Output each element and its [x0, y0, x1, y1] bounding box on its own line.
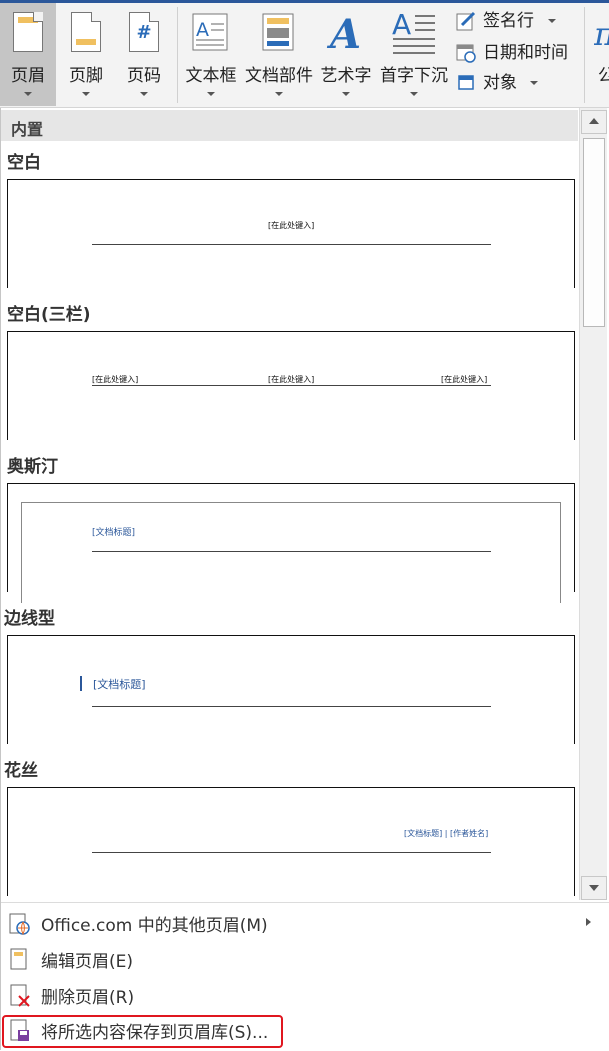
chevron-right-icon — [586, 918, 591, 926]
svg-text:A: A — [326, 11, 361, 54]
page-number-button[interactable]: # 页码 — [116, 3, 172, 106]
header-rule — [92, 852, 491, 853]
equation-label-partial: 公 — [598, 66, 609, 86]
builtin-category-header: 内置 — [1, 110, 578, 141]
group-separator — [584, 7, 585, 103]
menu-item-save-selection-to-gallery[interactable]: 将所选内容保存到页眉库(S)... — [1, 1013, 606, 1048]
header-dropdown-panel: 内置 空白 [在此处键入] 空白(三栏) [在此处键入] [在此处键入] [在此… — [0, 108, 609, 1050]
remove-header-icon — [10, 984, 30, 1007]
scroll-up-button[interactable] — [581, 110, 607, 134]
wordart-button[interactable]: A 艺术字 — [317, 3, 375, 106]
sideline-bar — [80, 676, 82, 691]
office-web-icon — [9, 913, 30, 935]
highlight-annotation-box — [2, 1015, 283, 1048]
datetime-label: 日期和时间 — [483, 43, 568, 63]
chevron-down-icon — [589, 885, 599, 891]
quick-parts-label: 文档部件 — [245, 66, 313, 86]
quick-parts-icon — [262, 13, 294, 51]
menu-item-edit-header[interactable]: 编辑页眉(E) — [1, 942, 606, 976]
wordart-label: 艺术字 — [320, 66, 372, 86]
signature-pen-icon — [456, 11, 476, 31]
header-rule — [92, 551, 491, 552]
chevron-down-icon — [410, 92, 418, 96]
footer-button[interactable]: 页脚 — [58, 3, 114, 106]
calendar-clock-icon — [456, 44, 476, 63]
pi-icon: π — [594, 15, 609, 51]
dropcap-label: 首字下沉 — [380, 66, 448, 86]
austin-border-frame — [21, 502, 561, 603]
chevron-up-icon — [589, 118, 599, 124]
header-preview-blank-three-column[interactable]: [在此处键入] [在此处键入] [在此处键入] — [7, 331, 575, 440]
scroll-down-button[interactable] — [581, 876, 607, 900]
menu-item-office-more-headers[interactable]: Office.com 中的其他页眉(M) — [1, 906, 606, 940]
chevron-down-icon — [82, 92, 90, 96]
page-number-icon: # — [129, 12, 159, 52]
preview-placeholder-center: [在此处键入] — [268, 375, 315, 384]
signature-line-button[interactable]: 签名行 — [456, 7, 566, 35]
header-button[interactable]: 页眉 — [0, 3, 56, 106]
quick-parts-button[interactable]: 文档部件 — [243, 3, 315, 106]
object-icon — [458, 75, 474, 90]
header-icon — [13, 12, 43, 52]
header-menu: Office.com 中的其他页眉(M) 编辑页眉(E) 删除页眉(R) 将所选 — [1, 902, 609, 1051]
dropcap-icon: A — [392, 8, 435, 54]
chevron-down-icon — [530, 81, 538, 85]
datetime-button[interactable]: 日期和时间 — [456, 39, 580, 67]
wordart-icon: A — [326, 11, 361, 54]
svg-text:A: A — [392, 8, 411, 41]
builtin-label: 内置 — [11, 120, 44, 139]
chevron-down-icon — [342, 92, 350, 96]
preview-placeholder: [在此处键入] — [268, 221, 315, 230]
edit-header-icon — [10, 948, 27, 970]
section-title-blank: 空白 — [7, 153, 41, 173]
dropcap-button[interactable]: A 首字下沉 — [377, 3, 451, 106]
object-button[interactable]: 对象 — [456, 69, 546, 97]
page-number-label: 页码 — [127, 66, 161, 86]
section-title-austin: 奥斯汀 — [7, 457, 58, 477]
header-label: 页眉 — [11, 66, 45, 86]
header-gallery: 内置 空白 [在此处键入] 空白(三栏) [在此处键入] [在此处键入] [在此… — [1, 108, 578, 900]
textbox-button[interactable]: A 文本框 — [181, 3, 241, 106]
textbox-icon: A — [192, 13, 228, 51]
scroll-thumb[interactable] — [583, 138, 605, 327]
preview-placeholder: [文档标题] | [作者姓名] — [404, 829, 489, 838]
textbox-label: 文本框 — [185, 66, 237, 86]
section-title-blank-three-column: 空白(三栏) — [7, 305, 91, 325]
header-rule — [92, 385, 491, 386]
chevron-down-icon — [140, 92, 148, 96]
ribbon: 页眉 页脚 # 页码 A 文本框 文档部件 A 艺术字 A 首字下沉 签名行 日… — [0, 3, 609, 108]
chevron-down-icon — [207, 92, 215, 96]
svg-text:A: A — [196, 19, 209, 41]
header-rule — [92, 706, 491, 707]
section-title-sideline: 边线型 — [4, 609, 55, 629]
footer-label: 页脚 — [69, 66, 103, 86]
preview-placeholder-left: [在此处键入] — [92, 375, 139, 384]
chevron-down-icon — [548, 19, 556, 23]
equation-button-partial[interactable]: π 公 — [592, 3, 609, 106]
gallery-scrollbar[interactable] — [579, 108, 607, 900]
svg-text:π: π — [594, 15, 609, 51]
header-preview-filigree[interactable]: [文档标题] | [作者姓名] — [7, 787, 575, 896]
preview-placeholder: [文档标题] — [92, 528, 136, 538]
header-preview-austin[interactable]: [文档标题] — [7, 483, 575, 603]
menu-item-remove-header[interactable]: 删除页眉(R) — [1, 978, 606, 1012]
preview-placeholder-right: [在此处键入] — [441, 375, 488, 384]
header-preview-sideline[interactable]: [文档标题] — [7, 635, 575, 744]
header-preview-blank[interactable]: [在此处键入] — [7, 179, 575, 288]
preview-placeholder: [文档标题] — [93, 678, 146, 691]
header-rule — [92, 244, 491, 245]
menu-label: 编辑页眉(E) — [41, 952, 134, 972]
footer-icon — [71, 12, 101, 52]
signature-line-label: 签名行 — [483, 11, 534, 31]
menu-label: Office.com 中的其他页眉(M) — [41, 916, 268, 936]
section-title-filigree: 花丝 — [4, 761, 38, 781]
object-label: 对象 — [483, 73, 517, 93]
chevron-down-icon — [275, 92, 283, 96]
chevron-down-icon — [24, 92, 32, 96]
group-separator — [177, 7, 178, 103]
menu-label: 删除页眉(R) — [41, 988, 135, 1008]
